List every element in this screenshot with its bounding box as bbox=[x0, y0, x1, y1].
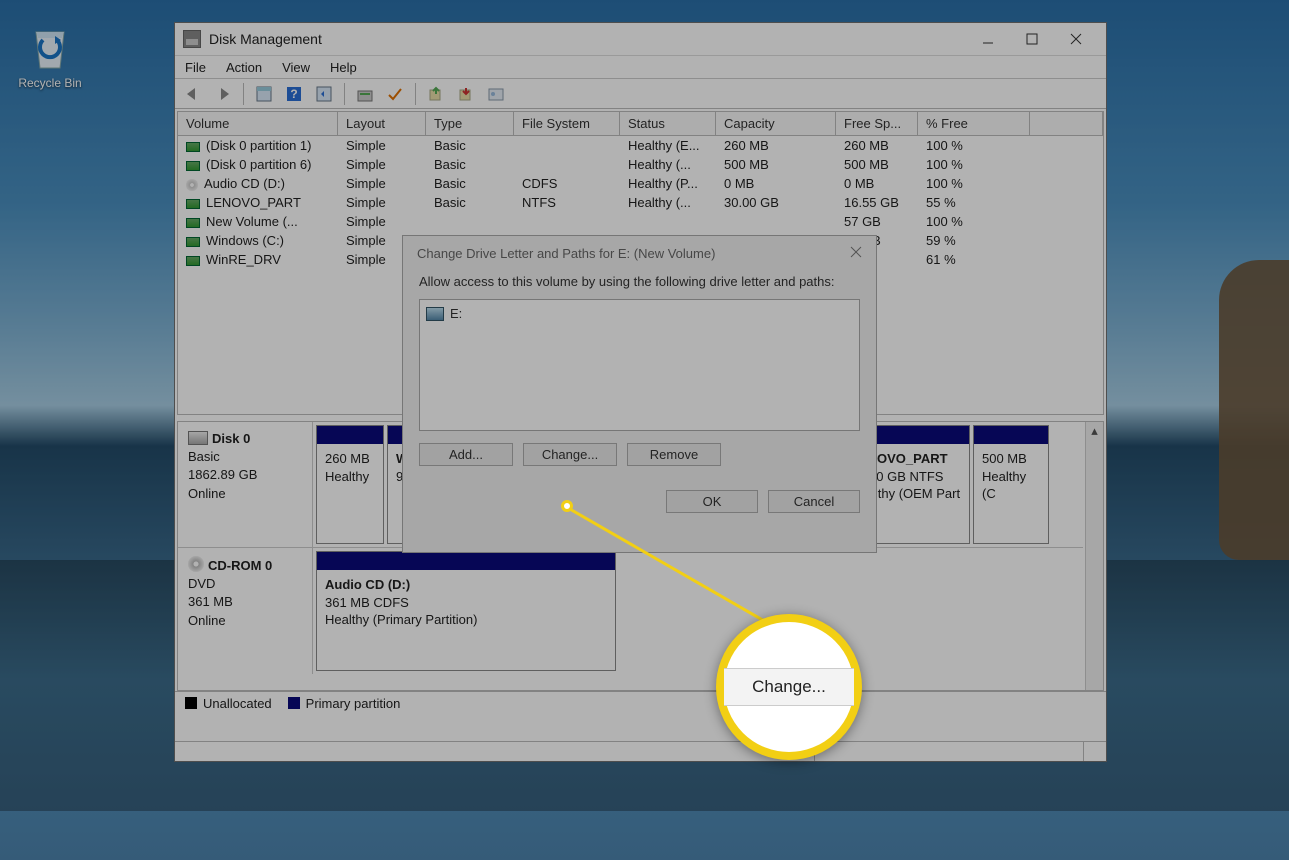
toolbar: ? bbox=[175, 79, 1106, 109]
cancel-button[interactable]: Cancel bbox=[768, 490, 860, 513]
scroll-up-icon[interactable]: ▴ bbox=[1086, 422, 1103, 440]
app-icon bbox=[183, 30, 201, 48]
legend-primary: Primary partition bbox=[288, 696, 401, 711]
drive-letter-list[interactable]: E: bbox=[419, 299, 860, 431]
status-bar bbox=[175, 741, 1106, 761]
volume-row[interactable]: New Volume (...Simple57 GB100 % bbox=[178, 212, 1103, 231]
volume-row[interactable]: (Disk 0 partition 6)SimpleBasicHealthy (… bbox=[178, 155, 1103, 174]
rescan-button[interactable] bbox=[353, 82, 377, 106]
back-button[interactable] bbox=[181, 82, 205, 106]
highlight-circle: Change... bbox=[716, 614, 862, 760]
legend-unallocated: Unallocated bbox=[185, 696, 272, 711]
col-free[interactable]: Free Sp... bbox=[836, 112, 918, 136]
close-button[interactable] bbox=[1054, 23, 1098, 55]
change-drive-letter-dialog: Change Drive Letter and Paths for E: (Ne… bbox=[402, 235, 877, 553]
highlight-label: Change... bbox=[724, 668, 854, 706]
col-pct-free[interactable]: % Free bbox=[918, 112, 1030, 136]
highlight-anchor-dot bbox=[561, 500, 573, 512]
add-button[interactable]: Add... bbox=[419, 443, 513, 466]
drive-letter-item[interactable]: E: bbox=[426, 306, 853, 321]
disk-row-cdrom[interactable]: CD-ROM 0 DVD 361 MB Online Audio CD (D:)… bbox=[178, 548, 1083, 674]
show-hide-tree-button[interactable] bbox=[252, 82, 276, 106]
partition-audio-cd[interactable]: Audio CD (D:) 361 MB CDFS Healthy (Prima… bbox=[316, 551, 616, 671]
menu-view[interactable]: View bbox=[282, 60, 310, 75]
disk0-label: Disk 0 Basic 1862.89 GB Online bbox=[178, 422, 313, 547]
drive-icon bbox=[426, 307, 444, 321]
col-filesystem[interactable]: File System bbox=[514, 112, 620, 136]
cdrom-label: CD-ROM 0 DVD 361 MB Online bbox=[178, 548, 313, 674]
disk-panel-scrollbar[interactable]: ▴ bbox=[1085, 422, 1103, 690]
dialog-prompt: Allow access to this volume by using the… bbox=[419, 274, 860, 289]
partition[interactable]: 260 MBHealthy bbox=[316, 425, 384, 544]
dialog-titlebar[interactable]: Change Drive Letter and Paths for E: (Ne… bbox=[403, 236, 876, 270]
undo-button[interactable] bbox=[424, 82, 448, 106]
apply-button[interactable] bbox=[383, 82, 407, 106]
volume-row[interactable]: LENOVO_PARTSimpleBasicNTFSHealthy (...30… bbox=[178, 193, 1103, 212]
recycle-bin[interactable]: Recycle Bin bbox=[10, 20, 90, 90]
properties-button[interactable] bbox=[484, 82, 508, 106]
cdrom-partitions: Audio CD (D:) 361 MB CDFS Healthy (Prima… bbox=[313, 548, 1083, 674]
maximize-button[interactable] bbox=[1010, 23, 1054, 55]
change-button[interactable]: Change... bbox=[523, 443, 617, 466]
dialog-close-button[interactable] bbox=[850, 246, 862, 261]
redo-button[interactable] bbox=[454, 82, 478, 106]
col-spacer bbox=[1030, 112, 1103, 136]
remove-button[interactable]: Remove bbox=[627, 443, 721, 466]
partition[interactable]: 500 MBHealthy (C bbox=[973, 425, 1049, 544]
col-type[interactable]: Type bbox=[426, 112, 514, 136]
window-title: Disk Management bbox=[209, 31, 966, 47]
ok-button[interactable]: OK bbox=[666, 490, 758, 513]
col-capacity[interactable]: Capacity bbox=[716, 112, 836, 136]
svg-text:?: ? bbox=[290, 87, 297, 101]
dialog-title: Change Drive Letter and Paths for E: (Ne… bbox=[417, 246, 850, 261]
volume-row[interactable]: Audio CD (D:)SimpleBasicCDFSHealthy (P..… bbox=[178, 174, 1103, 193]
menu-file[interactable]: File bbox=[185, 60, 206, 75]
forward-button[interactable] bbox=[211, 82, 235, 106]
menu-action[interactable]: Action bbox=[226, 60, 262, 75]
hdd-icon bbox=[188, 431, 208, 445]
menu-bar: File Action View Help bbox=[175, 55, 1106, 79]
cd-icon bbox=[188, 556, 204, 572]
volume-row[interactable]: (Disk 0 partition 1)SimpleBasicHealthy (… bbox=[178, 136, 1103, 155]
legend: Unallocated Primary partition bbox=[175, 691, 1106, 715]
window-titlebar[interactable]: Disk Management bbox=[175, 23, 1106, 55]
col-layout[interactable]: Layout bbox=[338, 112, 426, 136]
refresh-button[interactable] bbox=[312, 82, 336, 106]
col-volume[interactable]: Volume bbox=[178, 112, 338, 136]
recycle-bin-icon bbox=[26, 20, 74, 72]
drive-letter-item-label: E: bbox=[450, 306, 462, 321]
volume-table-header: Volume Layout Type File System Status Ca… bbox=[178, 112, 1103, 136]
recycle-bin-label: Recycle Bin bbox=[10, 76, 90, 90]
help-button[interactable]: ? bbox=[282, 82, 306, 106]
minimize-button[interactable] bbox=[966, 23, 1010, 55]
menu-help[interactable]: Help bbox=[330, 60, 357, 75]
col-status[interactable]: Status bbox=[620, 112, 716, 136]
